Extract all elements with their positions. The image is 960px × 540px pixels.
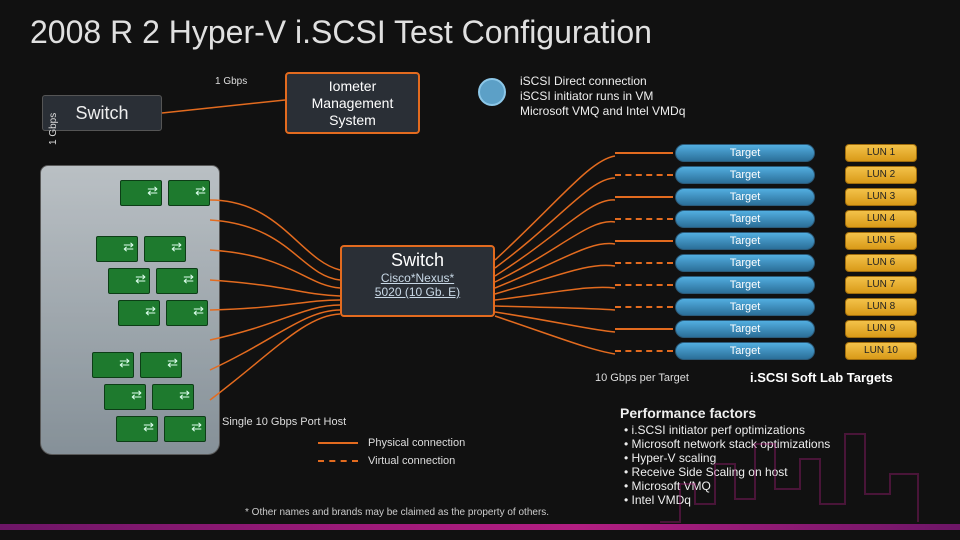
switch-center-line2: 5020 (10 Gb. E) xyxy=(342,285,493,299)
label-1gbps-top: 1 Gbps xyxy=(215,76,247,87)
target-row: Target LUN 4 xyxy=(675,210,940,230)
iometer-line2: Management xyxy=(287,95,418,112)
switch-center-line1: Cisco*Nexus* xyxy=(342,271,493,285)
perf-item: Intel VMDq xyxy=(624,493,830,507)
target-pill: Target xyxy=(675,232,815,250)
iometer-line3: System xyxy=(287,112,418,129)
perf-item: Microsoft VMQ xyxy=(624,479,830,493)
footnote: * Other names and brands may be claimed … xyxy=(245,507,549,518)
target-pill: Target xyxy=(675,188,815,206)
target-pill: Target xyxy=(675,276,815,294)
iometer-box: Iometer Management System xyxy=(285,72,420,134)
nic-icon xyxy=(152,384,194,410)
target-row: Target LUN 10 xyxy=(675,342,940,362)
perf-item: i.SCSI initiator perf optimizations xyxy=(624,423,830,437)
nic-icon xyxy=(164,416,206,442)
nic-icon xyxy=(144,236,186,262)
lun-pill: LUN 1 xyxy=(845,144,917,162)
lun-pill: LUN 9 xyxy=(845,320,917,338)
target-connector xyxy=(615,196,673,198)
lun-pill: LUN 6 xyxy=(845,254,917,272)
slide-title: 2008 R 2 Hyper-V i.SCSI Test Configurati… xyxy=(30,14,652,51)
perf-item: Hyper-V scaling xyxy=(624,451,830,465)
legend-swatch-physical xyxy=(318,442,358,444)
iometer-line1: Iometer xyxy=(287,78,418,95)
iscsi-note-line1: iSCSI Direct connection xyxy=(520,74,685,89)
target-pill: Target xyxy=(675,144,815,162)
label-host: Single 10 Gbps Port Host xyxy=(222,416,346,428)
lun-pill: LUN 5 xyxy=(845,232,917,250)
target-pill: Target xyxy=(675,342,815,360)
accent-bar xyxy=(0,524,960,530)
iscsi-note-line2: iSCSI initiator runs in VM xyxy=(520,89,685,104)
switch-top-box: Switch xyxy=(42,95,162,131)
nic-icon xyxy=(166,300,208,326)
target-row: Target LUN 6 xyxy=(675,254,940,274)
perf-item: Receive Side Scaling on host xyxy=(624,465,830,479)
nic-icon xyxy=(116,416,158,442)
target-connector xyxy=(615,174,673,176)
lun-pill: LUN 3 xyxy=(845,188,917,206)
legend: Physical connection Virtual connection xyxy=(318,436,465,472)
target-pill: Target xyxy=(675,254,815,272)
nic-icon xyxy=(96,236,138,262)
nic-icon xyxy=(92,352,134,378)
target-pill: Target xyxy=(675,210,815,228)
target-connector xyxy=(615,328,673,330)
nic-icon xyxy=(118,300,160,326)
lun-pill: LUN 4 xyxy=(845,210,917,228)
lun-pill: LUN 10 xyxy=(845,342,917,360)
target-row: Target LUN 1 xyxy=(675,144,940,164)
label-iscsi-soft-targets: i.SCSI Soft Lab Targets xyxy=(750,370,893,385)
nic-icon xyxy=(140,352,182,378)
perf-header: Performance factors xyxy=(620,405,830,421)
label-1gbps-side: 1 Gbps xyxy=(48,113,59,145)
target-pill: Target xyxy=(675,320,815,338)
target-row: Target LUN 8 xyxy=(675,298,940,318)
targets-list: Target LUN 1 Target LUN 2 Target LUN 3 Target L… xyxy=(675,144,940,364)
nic-icon xyxy=(168,180,210,206)
target-connector xyxy=(615,240,673,242)
switch-center-header: Switch xyxy=(342,250,493,271)
target-row: Target LUN 2 xyxy=(675,166,940,186)
target-connector xyxy=(615,218,673,220)
iscsi-direct-note: iSCSI Direct connection iSCSI initiator … xyxy=(520,74,685,119)
lun-pill: LUN 2 xyxy=(845,166,917,184)
globe-icon xyxy=(478,78,506,106)
legend-label-virtual: Virtual connection xyxy=(368,455,455,467)
switch-center-box: Switch Cisco*Nexus* 5020 (10 Gb. E) xyxy=(340,245,495,317)
target-connector xyxy=(615,284,673,286)
nic-icon xyxy=(108,268,150,294)
nic-icon xyxy=(120,180,162,206)
target-pill: Target xyxy=(675,298,815,316)
target-pill: Target xyxy=(675,166,815,184)
target-row: Target LUN 7 xyxy=(675,276,940,296)
target-connector xyxy=(615,152,673,154)
lun-pill: LUN 8 xyxy=(845,298,917,316)
target-row: Target LUN 9 xyxy=(675,320,940,340)
target-row: Target LUN 3 xyxy=(675,188,940,208)
nic-icon xyxy=(156,268,198,294)
target-row: Target LUN 5 xyxy=(675,232,940,252)
target-connector xyxy=(615,262,673,264)
perf-item: Microsoft network stack optimizations xyxy=(624,437,830,451)
legend-swatch-virtual xyxy=(318,460,358,462)
iscsi-note-line3: Microsoft VMQ and Intel VMDq xyxy=(520,104,685,119)
target-connector xyxy=(615,306,673,308)
legend-label-physical: Physical connection xyxy=(368,437,465,449)
label-10gbps-per-target: 10 Gbps per Target xyxy=(595,372,689,384)
target-connector xyxy=(615,350,673,352)
lun-pill: LUN 7 xyxy=(845,276,917,294)
nic-icon xyxy=(104,384,146,410)
performance-factors: Performance factors i.SCSI initiator per… xyxy=(620,405,830,507)
